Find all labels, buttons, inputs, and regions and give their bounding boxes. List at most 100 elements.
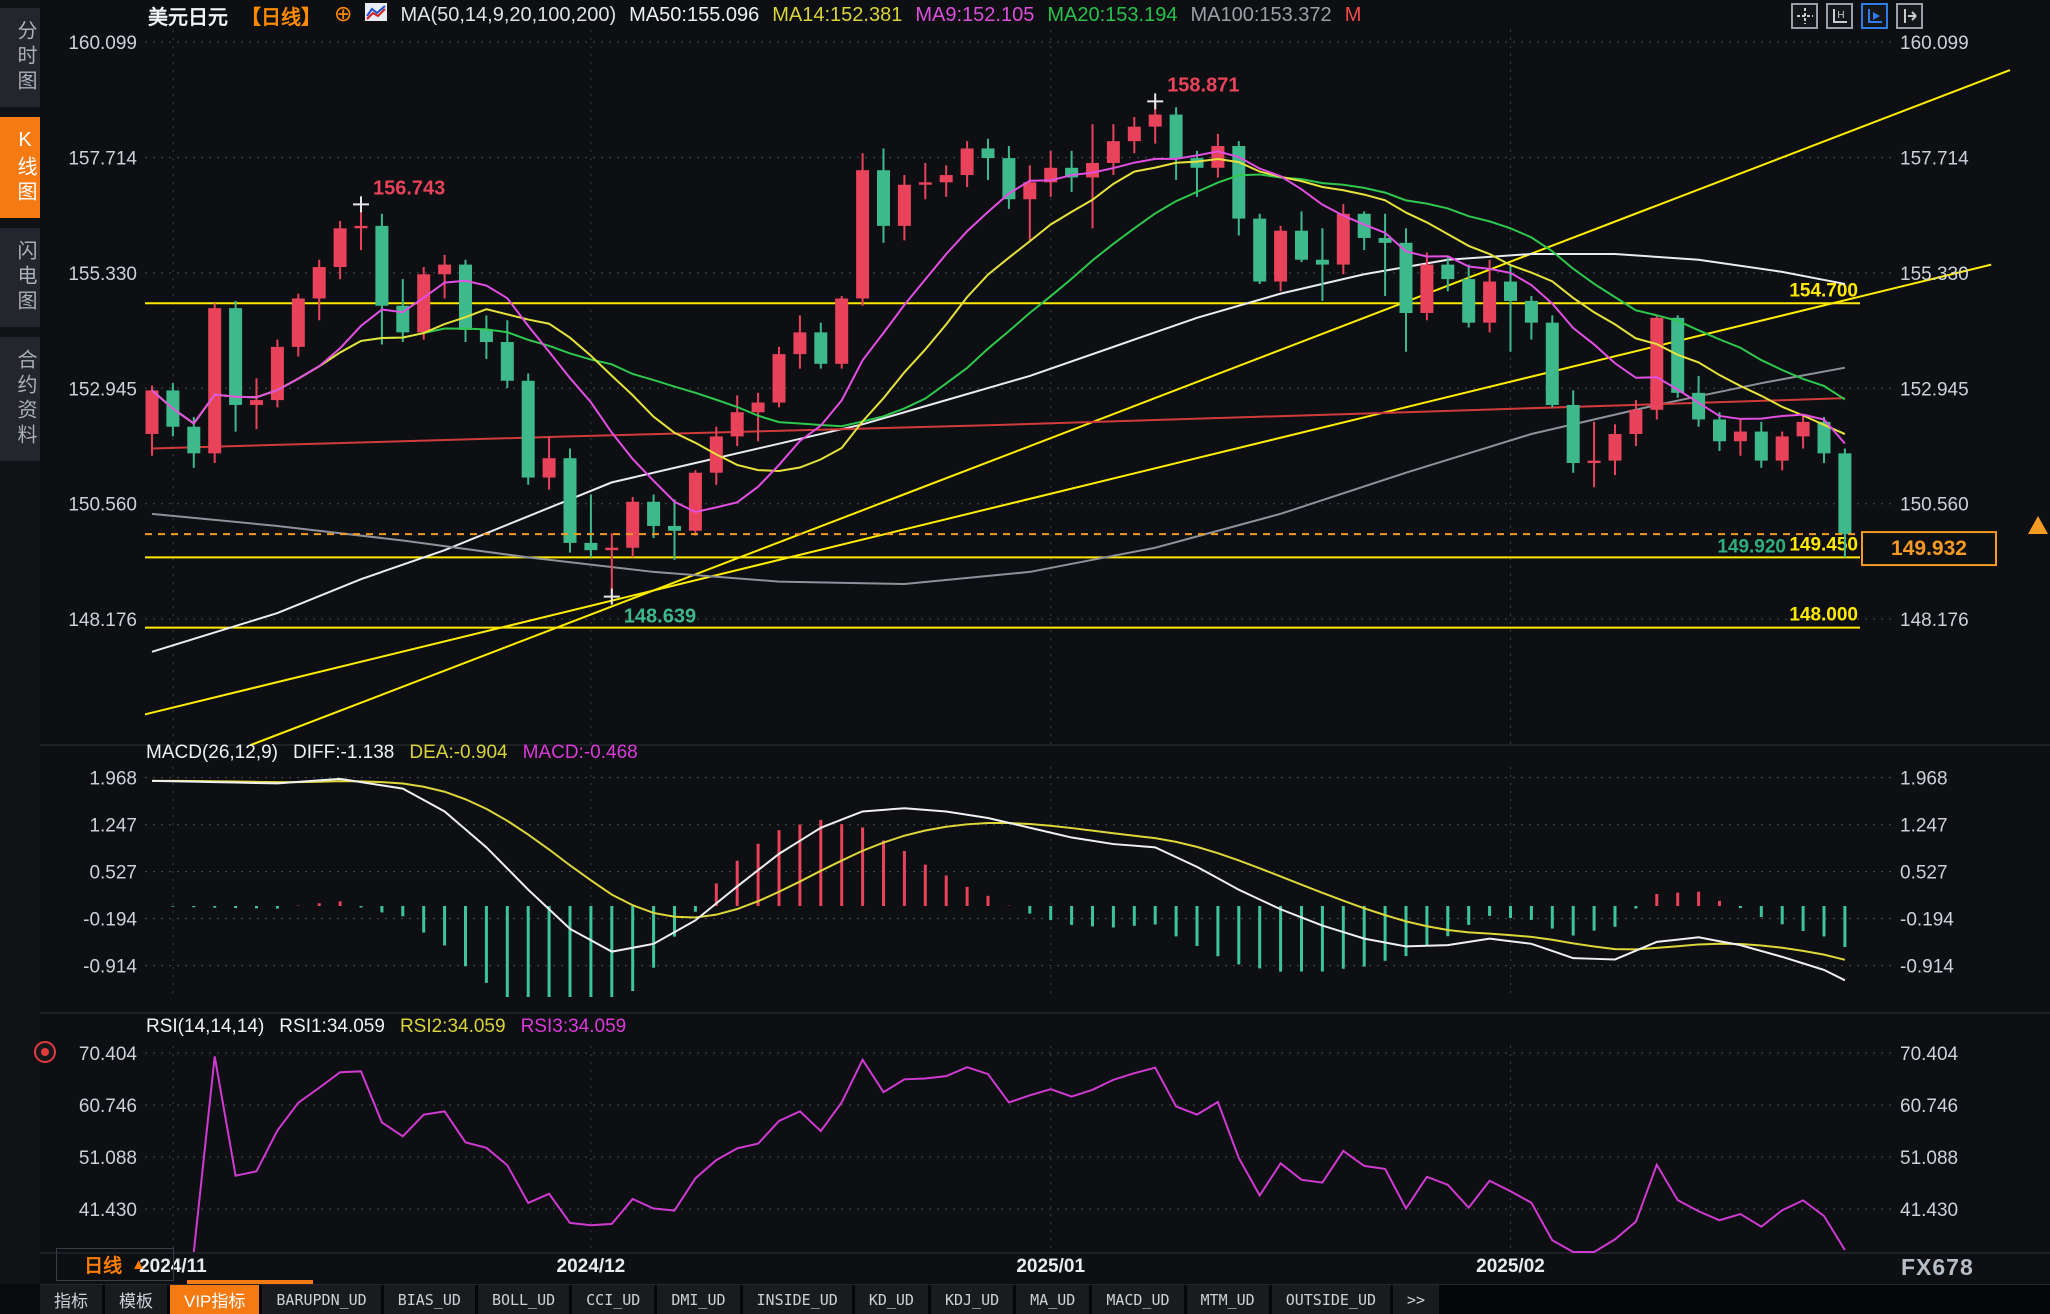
- candle-body: [982, 148, 995, 158]
- level-label-green: 149.920: [1717, 536, 1786, 557]
- svg-text:H: H: [1837, 10, 1844, 21]
- timeframe-selector[interactable]: 日线 ▲: [56, 1248, 174, 1281]
- candle-body: [375, 226, 388, 306]
- macd-panel-layer[interactable]: [152, 779, 1845, 997]
- candles-layer[interactable]: [146, 101, 1852, 596]
- candle-body: [1462, 279, 1475, 323]
- sidebar-item-contract-info[interactable]: 合约资料: [0, 337, 40, 461]
- tab-kd_ud[interactable]: KD_UD: [855, 1285, 928, 1314]
- tab-mtm_ud[interactable]: MTM_UD: [1187, 1285, 1269, 1314]
- tab-boll_ud[interactable]: BOLL_UD: [478, 1285, 569, 1314]
- candle-body: [668, 526, 681, 531]
- tab-outside_ud[interactable]: OUTSIDE_UD: [1272, 1285, 1390, 1314]
- candle-body: [835, 298, 848, 363]
- rsi-header-part-0: RSI(14,14,14): [146, 1016, 264, 1038]
- candle-body: [1525, 301, 1538, 323]
- candle-body: [355, 226, 368, 228]
- candle-body: [1023, 182, 1036, 199]
- x-axis-label: 2025/02: [1476, 1256, 1545, 1278]
- sidebar-item-kline-chart[interactable]: K线图: [0, 117, 40, 218]
- candle-body: [898, 185, 911, 226]
- axis-tick-label: 150.560: [68, 495, 137, 516]
- candle-body: [1211, 146, 1224, 168]
- candle-body: [1379, 238, 1392, 243]
- chart-toolbar-icons: H: [1791, 3, 1923, 29]
- candle-body: [689, 473, 702, 531]
- candle-body: [1420, 265, 1433, 313]
- candle-body: [584, 543, 597, 550]
- sidebar-item-time-share-chart[interactable]: 分时图: [0, 8, 40, 107]
- auto-scroll-icon[interactable]: [1861, 3, 1888, 29]
- ma200-line: [152, 398, 1845, 448]
- ma100-value: MA100:153.372: [1190, 4, 1331, 27]
- axis-scale-h-icon[interactable]: H: [1826, 3, 1853, 29]
- pan-move-icon[interactable]: [1791, 3, 1818, 29]
- plus-circle-icon[interactable]: ⊕: [334, 3, 352, 27]
- ma200-value-truncated: M: [1345, 4, 1362, 27]
- chart-canvas[interactable]: 154.700149.450148.000149.920 149.932 156…: [0, 0, 2050, 1314]
- tab-模板[interactable]: 模板: [105, 1285, 167, 1314]
- ma50-value: MA50:155.096: [629, 4, 759, 27]
- candle-body: [1504, 282, 1517, 301]
- axis-tick-label: 157.714: [68, 148, 137, 169]
- axis-tick-label: -0.914: [1900, 957, 1954, 978]
- tab-kdj_ud[interactable]: KDJ_UD: [931, 1285, 1013, 1314]
- axis-tick-label: 1.968: [1900, 769, 1948, 790]
- candle-body: [501, 342, 514, 381]
- candle-body: [626, 502, 639, 548]
- shift-right-icon[interactable]: [1896, 3, 1923, 29]
- candle-body: [814, 332, 827, 363]
- tab-vip指标[interactable]: VIP指标: [170, 1285, 259, 1314]
- tab-inside_ud[interactable]: INSIDE_UD: [743, 1285, 852, 1314]
- x-axis-label: 2025/01: [1016, 1256, 1085, 1278]
- axis-tick-label: 70.404: [79, 1044, 138, 1065]
- candle-body: [1609, 434, 1622, 461]
- triangle-up-icon: ▲: [131, 1256, 146, 1273]
- candle-body: [731, 412, 744, 436]
- candle-body: [1734, 432, 1747, 442]
- candle-body: [1838, 453, 1851, 534]
- left-sidebar: 分时图 K线图闪电图合约资料: [0, 0, 40, 1284]
- trendline-1[interactable]: [250, 70, 2010, 745]
- tab-ma_ud[interactable]: MA_UD: [1016, 1285, 1089, 1314]
- candle-body: [250, 400, 263, 405]
- candle-body: [564, 458, 577, 543]
- axis-tick-label: 155.330: [1900, 264, 1969, 285]
- current-price-label: 149.932: [1891, 537, 1967, 560]
- scroll-to-latest-button[interactable]: [2028, 516, 2048, 534]
- axis-tick-label: 152.945: [68, 379, 137, 400]
- candle-body: [793, 332, 806, 354]
- tab->>[interactable]: >>: [1393, 1285, 1439, 1314]
- annotation-low-label: 148.639: [624, 606, 696, 628]
- candle-body: [752, 403, 765, 413]
- tab-指标[interactable]: 指标: [40, 1285, 102, 1314]
- axis-tick-label: 60.746: [1900, 1096, 1958, 1117]
- rsi-header-part-1: RSI1:34.059: [279, 1016, 385, 1038]
- candle-body: [229, 308, 242, 405]
- gridlines-layer: [145, 30, 1893, 1252]
- rsi-panel-layer[interactable]: [194, 1056, 1845, 1252]
- candle-body: [1149, 115, 1162, 127]
- watermark: FX678: [1901, 1254, 1974, 1281]
- tab-dmi_ud[interactable]: DMI_UD: [657, 1285, 739, 1314]
- mini-chart-icon[interactable]: [365, 3, 387, 27]
- sidebar-item-lightning-chart[interactable]: 闪电图: [0, 228, 40, 327]
- axis-tick-label: 157.714: [1900, 148, 1969, 169]
- period-badge[interactable]: 【日线】: [241, 1, 321, 30]
- toolbar-corner: [0, 1284, 40, 1314]
- rsi-line: [194, 1056, 1845, 1252]
- candle-body: [877, 170, 890, 226]
- candle-body: [1274, 231, 1287, 282]
- crosshair-target-icon[interactable]: [34, 1041, 56, 1063]
- axis-tick-label: 160.099: [1900, 33, 1969, 54]
- annotation-high-label: 158.871: [1167, 74, 1239, 96]
- tab-macd_ud[interactable]: MACD_UD: [1092, 1285, 1183, 1314]
- tab-cci_ud[interactable]: CCI_UD: [572, 1285, 654, 1314]
- candle-body: [1546, 323, 1559, 405]
- candle-body: [480, 330, 493, 342]
- candle-body: [919, 182, 932, 184]
- tab-barupdn_ud[interactable]: BARUPDN_UD: [262, 1285, 380, 1314]
- candle-body: [605, 548, 618, 550]
- candle-body: [146, 390, 159, 434]
- tab-bias_ud[interactable]: BIAS_UD: [384, 1285, 475, 1314]
